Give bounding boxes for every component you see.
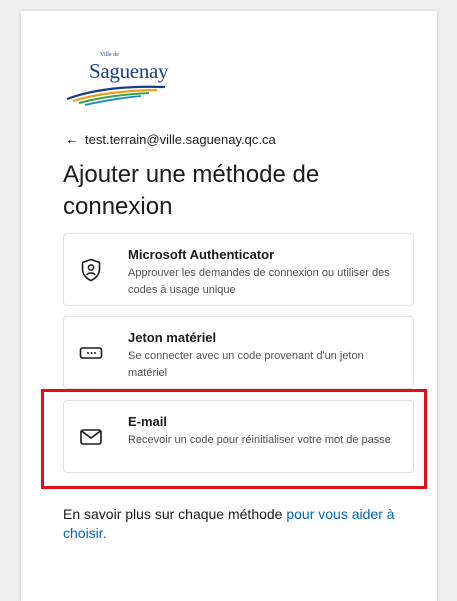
option-description: Recevoir un code pour réinitialiser votr… (128, 434, 391, 446)
help-text-body: En savoir plus sur chaque méthode (63, 506, 287, 522)
account-back-row[interactable]: ← test.terrain@ville.saguenay.qc.ca (65, 131, 276, 147)
logo-swoosh-icon (66, 85, 166, 106)
logo-small-text: Ville de (100, 52, 119, 58)
option-title: Microsoft Authenticator (128, 247, 275, 262)
mail-icon (80, 429, 102, 445)
help-text: En savoir plus sur chaque méthode pour v… (63, 505, 413, 543)
authenticator-lock-icon (81, 258, 101, 282)
option-title: E-mail (128, 414, 168, 429)
arrow-left-icon[interactable]: ← (65, 131, 79, 147)
option-microsoft-authenticator[interactable]: Microsoft Authenticator Approuver les de… (63, 233, 414, 306)
option-hardware-token[interactable]: Jeton matériel Se connecter avec un code… (63, 316, 414, 389)
option-email[interactable]: E-mail Recevoir un code pour réinitialis… (63, 400, 414, 473)
sign-in-card: Ville de Saguenay ← test.terrain@ville.s… (21, 11, 437, 601)
option-description: Approuver les demandes de connexion ou u… (128, 267, 390, 296)
page-title: Ajouter une méthode de connexion (63, 161, 320, 220)
hardware-token-icon (79, 347, 103, 359)
option-description: Se connecter avec un code provenant d'un… (128, 350, 364, 379)
account-email: test.terrain@ville.saguenay.qc.ca (85, 131, 276, 147)
saguenay-logo: Ville de Saguenay (65, 52, 175, 109)
option-title: Jeton matériel (128, 330, 217, 345)
